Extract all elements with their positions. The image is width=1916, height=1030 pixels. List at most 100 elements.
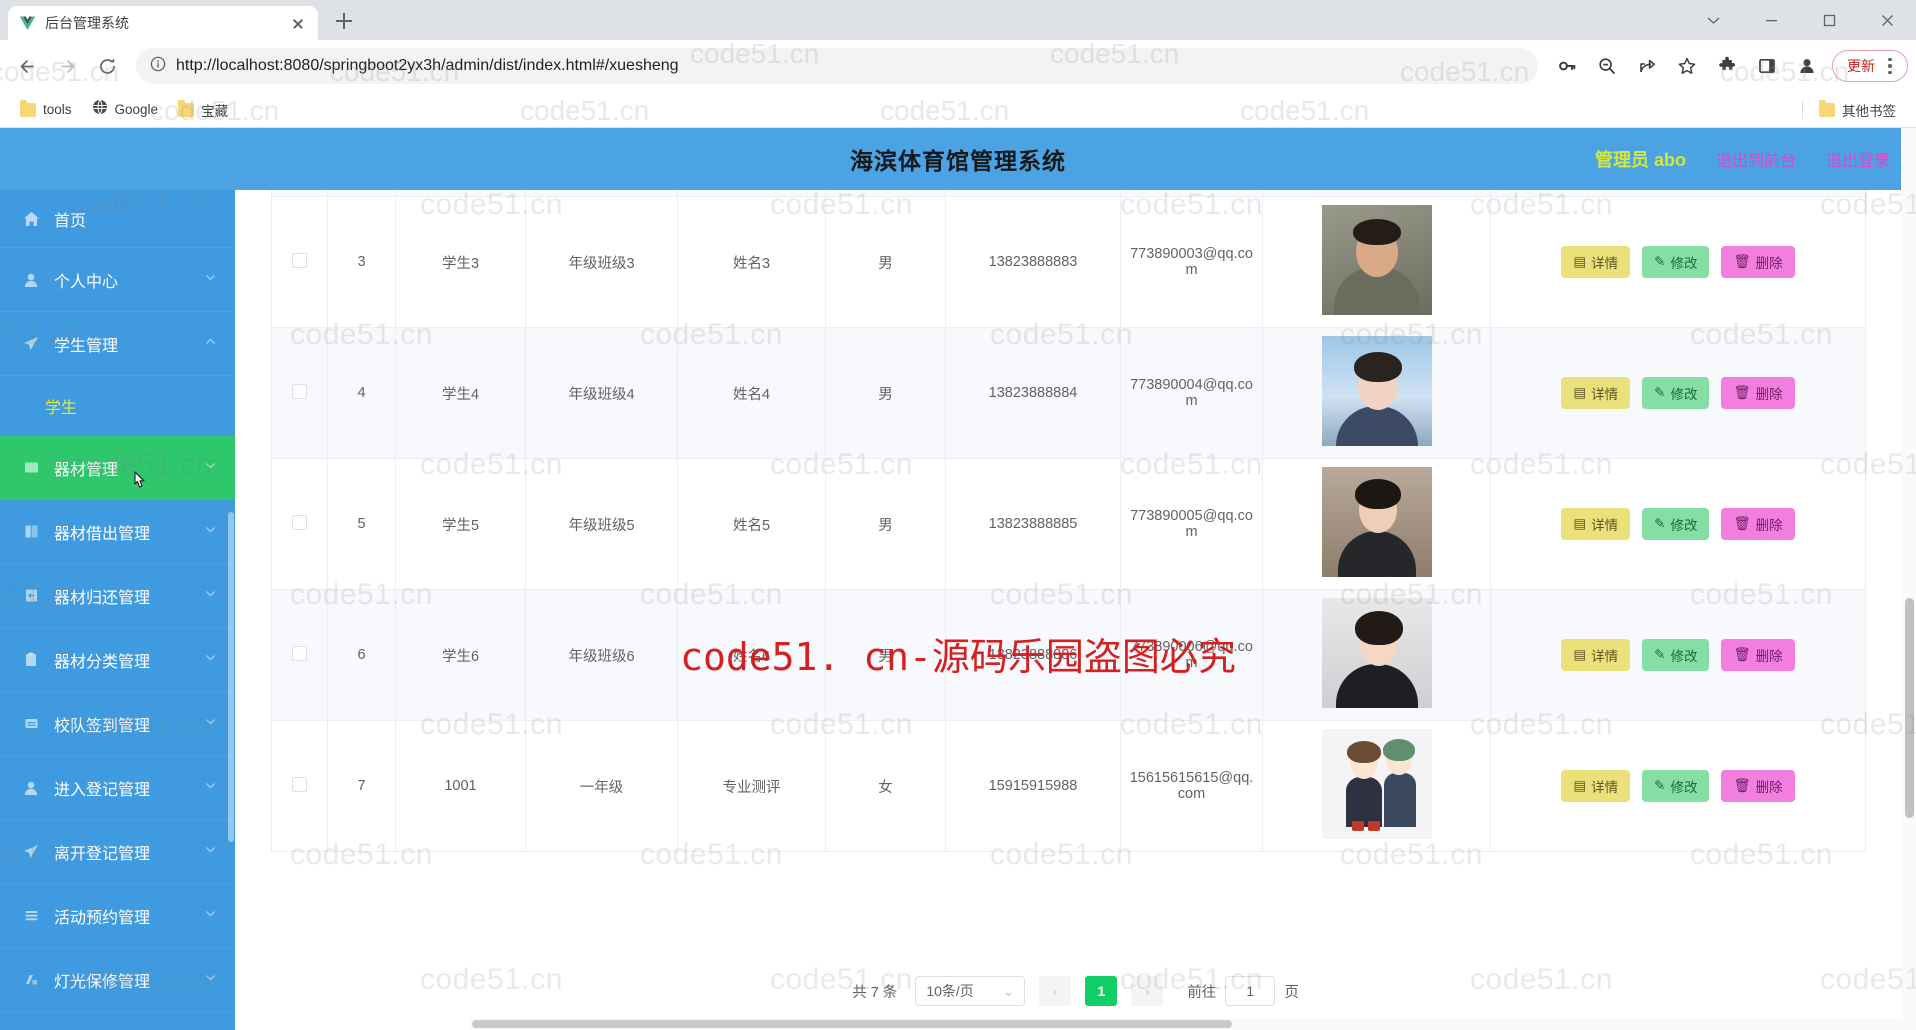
vertical-scrollbar[interactable] bbox=[1901, 128, 1916, 1030]
avatar[interactable] bbox=[1321, 729, 1432, 839]
back-icon[interactable] bbox=[8, 47, 46, 85]
vue-logo-icon bbox=[18, 14, 36, 32]
edit-button[interactable]: ✎ 修改 bbox=[1642, 639, 1710, 671]
close-icon[interactable] bbox=[1858, 0, 1916, 40]
table-row[interactable]: 5 学生5 年级班级5 姓名5 男 13823888885 773890005@… bbox=[271, 458, 1866, 590]
sidebar-item-personal-center[interactable]: 个人中心 bbox=[0, 248, 235, 312]
page-size-select[interactable]: 10条/页 ⌄ bbox=[915, 976, 1026, 1006]
new-tab-button[interactable] bbox=[327, 4, 361, 38]
bookmark-tools[interactable]: tools bbox=[12, 98, 80, 121]
maximize-icon[interactable] bbox=[1800, 0, 1858, 40]
detail-button[interactable]: ▤ 详情 bbox=[1561, 508, 1631, 540]
pencil-icon: ✎ bbox=[1654, 385, 1666, 400]
page-jump-input[interactable]: 1 bbox=[1225, 976, 1276, 1006]
avatar[interactable] bbox=[1321, 336, 1432, 446]
row-student-id: 学生5 bbox=[395, 458, 526, 590]
horizontal-scrollbar[interactable] bbox=[470, 1018, 1901, 1030]
delete-button[interactable]: 🗑 删除 bbox=[1721, 508, 1795, 540]
browser-tab[interactable]: 后台管理系统 bbox=[8, 6, 318, 40]
row-student-id: 1001 bbox=[395, 720, 526, 852]
sidebar-item-equipment-management[interactable]: 器材管理 bbox=[0, 436, 235, 500]
reload-icon[interactable] bbox=[88, 47, 126, 85]
delete-button[interactable]: 🗑 删除 bbox=[1721, 770, 1795, 802]
share-icon[interactable] bbox=[1628, 47, 1666, 85]
exit-to-frontend-link[interactable]: 退出到前台 bbox=[1716, 147, 1796, 171]
detail-button[interactable]: ▤ 详情 bbox=[1561, 770, 1631, 802]
next-page-button[interactable]: › bbox=[1131, 976, 1164, 1006]
bookmark-google[interactable]: Google bbox=[84, 95, 167, 124]
row-checkbox[interactable] bbox=[292, 645, 307, 661]
password-key-icon[interactable] bbox=[1548, 47, 1586, 85]
minimize-icon[interactable] bbox=[1742, 0, 1800, 40]
site-info-icon[interactable] bbox=[150, 56, 166, 77]
row-checkbox-cell[interactable] bbox=[271, 327, 328, 459]
avatar[interactable] bbox=[1321, 467, 1432, 577]
extensions-puzzle-icon[interactable] bbox=[1708, 47, 1746, 85]
address-bar[interactable]: http://localhost:8080/springboot2yx3h/ad… bbox=[136, 48, 1538, 84]
sidebar-item-home[interactable]: 首页 bbox=[0, 190, 235, 248]
sidebar-item-equipment-return[interactable]: 器材归还管理 bbox=[0, 564, 235, 628]
chevron-down-icon bbox=[204, 715, 217, 733]
sidebar-item-team-signin[interactable]: 校队签到管理 bbox=[0, 692, 235, 756]
vertical-scroll-thumb[interactable] bbox=[1905, 598, 1914, 818]
row-gender: 男 bbox=[825, 196, 946, 328]
edit-button[interactable]: ✎ 修改 bbox=[1642, 770, 1710, 802]
mouse-cursor-icon bbox=[130, 470, 150, 499]
sidebar-item-student-management[interactable]: 学生管理 bbox=[0, 312, 235, 376]
row-checkbox-cell[interactable] bbox=[271, 196, 328, 328]
delete-button[interactable]: 🗑 删除 bbox=[1721, 246, 1795, 278]
row-checkbox-cell[interactable] bbox=[271, 589, 328, 721]
tab-title: 后台管理系统 bbox=[45, 15, 129, 31]
sidebar-item-label: 离开登记管理 bbox=[54, 845, 151, 863]
logout-link[interactable]: 退出登录 bbox=[1826, 147, 1890, 171]
page-number-1[interactable]: 1 bbox=[1085, 976, 1118, 1006]
row-checkbox[interactable] bbox=[292, 383, 307, 399]
edit-button[interactable]: ✎ 修改 bbox=[1642, 508, 1710, 540]
sidebar-item-equipment-lend[interactable]: 器材借出管理 bbox=[0, 500, 235, 564]
table-row[interactable]: 3 学生3 年级班级3 姓名3 男 13823888883 773890003@… bbox=[271, 196, 1866, 328]
sidebar-nav: 首页 个人中心 学生管理 学生 器材管理 器材借出管理 器材归还管理 器材分类管… bbox=[0, 190, 235, 1030]
table-row[interactable]: 7 1001 一年级 专业测评 女 15915915988 1561561561… bbox=[271, 720, 1866, 852]
edit-button[interactable]: ✎ 修改 bbox=[1642, 377, 1710, 409]
bookmark-star-icon[interactable] bbox=[1668, 47, 1706, 85]
table-row[interactable]: 4 学生4 年级班级4 姓名4 男 13823888884 773890004@… bbox=[271, 327, 1866, 459]
sidebar-item-exit-register[interactable]: 离开登记管理 bbox=[0, 820, 235, 884]
sidebar-item-equipment-category[interactable]: 器材分类管理 bbox=[0, 628, 235, 692]
forward-icon[interactable] bbox=[48, 47, 86, 85]
edit-button[interactable]: ✎ 修改 bbox=[1642, 246, 1710, 278]
sidebar-item-entry-register[interactable]: 进入登记管理 bbox=[0, 756, 235, 820]
tab-close-icon[interactable] bbox=[288, 13, 308, 33]
detail-button[interactable]: ▤ 详情 bbox=[1561, 246, 1631, 278]
row-name: 姓名4 bbox=[677, 327, 826, 459]
sidebar-item-label: 校队签到管理 bbox=[54, 717, 151, 735]
detail-button[interactable]: ▤ 详情 bbox=[1561, 377, 1631, 409]
delete-button[interactable]: 🗑 删除 bbox=[1721, 639, 1795, 671]
browser-toolbar: http://localhost:8080/springboot2yx3h/ad… bbox=[0, 40, 1916, 92]
avatar[interactable] bbox=[1321, 598, 1432, 708]
sidebar-item-activity-booking[interactable]: 活动预约管理 bbox=[0, 884, 235, 948]
avatar[interactable] bbox=[1321, 205, 1432, 315]
chrome-menu-icon[interactable] bbox=[1877, 57, 1903, 75]
side-panel-icon[interactable] bbox=[1748, 47, 1786, 85]
sidebar-subitem-student[interactable]: 学生 bbox=[0, 376, 235, 436]
zoom-out-icon[interactable] bbox=[1588, 47, 1626, 85]
row-checkbox[interactable] bbox=[292, 514, 307, 530]
row-name: 专业测评 bbox=[677, 720, 826, 852]
delete-button[interactable]: 🗑 删除 bbox=[1721, 377, 1795, 409]
row-checkbox[interactable] bbox=[292, 252, 307, 268]
sidebar-scrollbar[interactable] bbox=[228, 512, 234, 842]
page-jump-group: 前往 1 页 bbox=[1187, 976, 1299, 1006]
detail-button[interactable]: ▤ 详情 bbox=[1561, 639, 1631, 671]
minimize-tray-icon[interactable] bbox=[1684, 0, 1742, 40]
detail-button-label: 详情 bbox=[1591, 518, 1619, 533]
sidebar-item-light-maintenance[interactable]: 灯光保修管理 bbox=[0, 948, 235, 1012]
row-checkbox-cell[interactable] bbox=[271, 458, 328, 590]
update-button[interactable]: 更新 bbox=[1832, 50, 1908, 82]
profile-avatar-icon[interactable] bbox=[1788, 47, 1826, 85]
bookmark-baozang[interactable]: 宝藏 bbox=[170, 96, 236, 124]
horizontal-scroll-thumb[interactable] bbox=[472, 1020, 1232, 1028]
row-checkbox-cell[interactable] bbox=[271, 720, 328, 852]
other-bookmarks-button[interactable]: 其他书签 bbox=[1811, 96, 1904, 124]
row-checkbox[interactable] bbox=[292, 776, 307, 792]
prev-page-button[interactable]: ‹ bbox=[1039, 976, 1072, 1006]
